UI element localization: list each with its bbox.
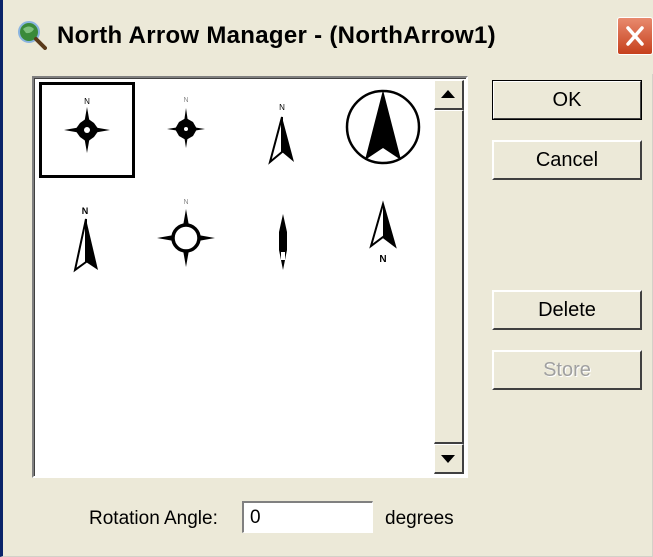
half-arrow-icon: N	[268, 103, 294, 165]
circle-arrow-icon	[345, 89, 421, 165]
compass-star-arrow-icon: N	[64, 97, 110, 153]
close-icon	[626, 26, 644, 46]
compass-star-small-arrow-icon: N	[167, 97, 205, 148]
north-arrow-item-3[interactable]: N	[236, 82, 332, 178]
ok-button[interactable]: OK	[492, 80, 642, 120]
scroll-thumb[interactable]	[434, 110, 464, 444]
rotation-unit-label: degrees	[385, 508, 454, 529]
north-label: N	[82, 206, 89, 216]
outline-arrow-icon: N	[369, 200, 397, 265]
cancel-button[interactable]: Cancel	[492, 140, 642, 180]
needle-arrow-icon	[279, 214, 287, 270]
north-arrow-manager-dialog: North Arrow Manager - (NorthArrow1) N N …	[0, 0, 653, 557]
close-button[interactable]	[617, 17, 653, 55]
north-label: N	[84, 97, 90, 106]
ring-compass-icon: N	[157, 199, 215, 267]
north-arrow-item-5[interactable]: N	[39, 192, 135, 288]
north-label: N	[183, 199, 188, 206]
north-arrow-item-6[interactable]: N	[139, 192, 235, 288]
rotation-angle-input[interactable]	[242, 501, 373, 533]
north-arrow-item-8[interactable]: N	[335, 192, 431, 288]
scroll-up-button[interactable]	[434, 80, 464, 110]
north-label: N	[279, 103, 285, 112]
north-arrow-item-7[interactable]	[236, 192, 332, 288]
north-label: N	[379, 254, 386, 265]
window-title: North Arrow Manager - (NorthArrow1)	[57, 22, 496, 49]
title-bar[interactable]: North Arrow Manager - (NorthArrow1)	[3, 0, 653, 74]
north-arrow-item-4[interactable]	[335, 82, 431, 178]
scroll-up-arrow-icon	[441, 90, 455, 98]
north-arrow-list: N N N N N N	[32, 76, 468, 478]
slim-half-arrow-icon: N	[73, 206, 98, 273]
north-arrow-item-1[interactable]: N	[39, 82, 135, 178]
north-arrow-item-2[interactable]: N	[139, 82, 235, 178]
globe-magnifier-icon	[18, 21, 47, 50]
rotation-angle-label: Rotation Angle:	[89, 508, 218, 529]
north-label: N	[183, 97, 188, 104]
north-arrow-grid: N N N N N N	[36, 80, 434, 474]
store-button: Store	[492, 350, 642, 390]
scroll-down-arrow-icon	[441, 455, 455, 463]
vertical-scrollbar[interactable]	[434, 80, 464, 474]
scroll-down-button[interactable]	[434, 444, 464, 474]
delete-button[interactable]: Delete	[492, 290, 642, 330]
